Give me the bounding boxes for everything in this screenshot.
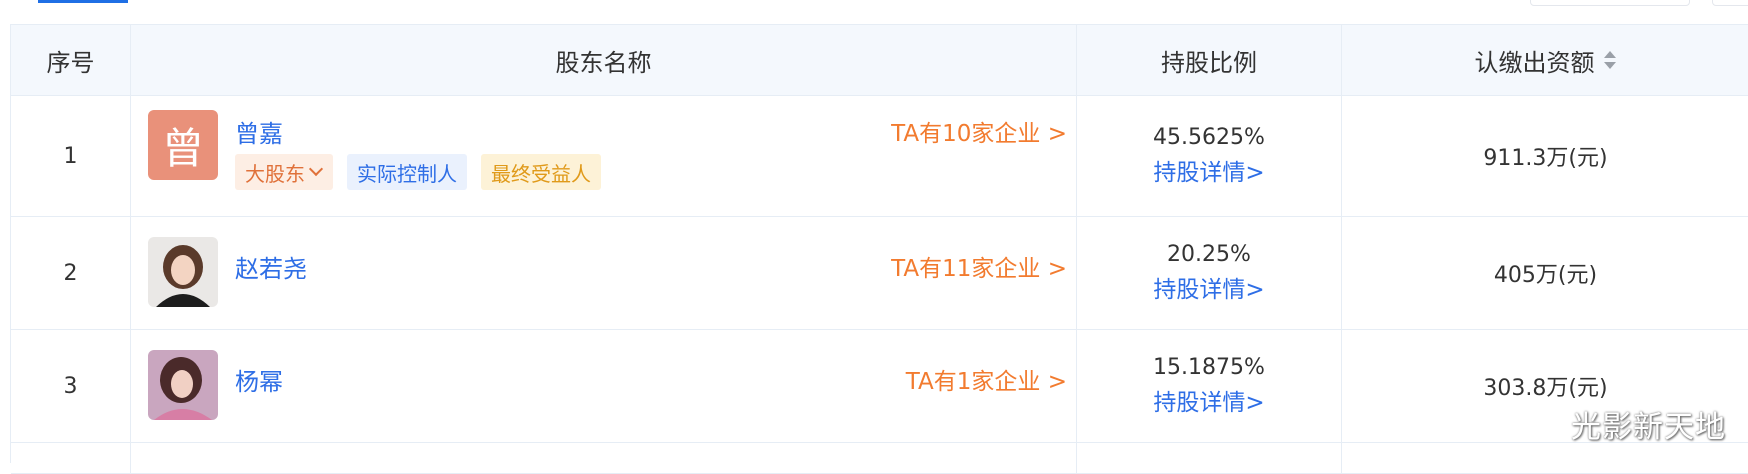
watermark: 光影新天地 — [1571, 410, 1726, 445]
tag-label: 实际控制人 — [357, 161, 457, 186]
row-index: 1 — [63, 143, 78, 169]
header-ratio: 持股比例 — [1161, 48, 1257, 77]
toolbar-button-secondary[interactable] — [1712, 0, 1748, 6]
table-row: 3 杨幂 TA有1家企业 > 15.1875% 持股详情> 303.8万(元) — [11, 330, 1748, 443]
avatar[interactable] — [148, 237, 218, 307]
holding-detail-link[interactable]: 持股详情> — [1153, 272, 1264, 308]
ratio-value: 45.5625% — [1153, 125, 1265, 150]
table-row: 2 赵若尧 TA有11家企业 > 20.25% 持股详情> 405万(元) — [11, 217, 1748, 330]
amount-value: 405万(元) — [1493, 263, 1598, 288]
enterprises-link[interactable]: TA有11家企业 > — [891, 249, 1067, 283]
table-row: 1 曾 曾嘉 TA有10家企业 > 大股东 实际控制人 最终受益人 45.562… — [11, 96, 1748, 217]
row-index: 2 — [63, 260, 78, 286]
controller-tag: 实际控制人 — [347, 154, 467, 190]
shareholder-name-link[interactable]: 曾嘉 — [235, 114, 283, 149]
header-name: 股东名称 — [555, 48, 652, 77]
toolbar-button[interactable] — [1530, 0, 1690, 6]
enterprises-link[interactable]: TA有1家企业 > — [906, 362, 1067, 396]
sort-up-down-icon[interactable] — [1603, 49, 1617, 71]
header-amount: 认缴出资额 — [1474, 48, 1595, 77]
amount-value: 911.3万(元) — [1483, 146, 1608, 171]
tag-label: 大股东 — [245, 161, 305, 186]
ratio-value: 15.1875% — [1153, 355, 1265, 380]
enterprises-link[interactable]: TA有10家企业 > — [891, 114, 1067, 148]
major-shareholder-tag[interactable]: 大股东 — [235, 154, 333, 190]
header-amount-sortable[interactable]: 认缴出资额 — [1342, 25, 1748, 95]
shareholder-table: 序号 股东名称 持股比例 认缴出资额 1 曾 曾嘉 TA有10家企业 > 大股东… — [10, 24, 1748, 474]
table-header: 序号 股东名称 持股比例 认缴出资额 — [11, 25, 1748, 96]
active-tab-indicator — [38, 0, 128, 3]
holding-detail-link[interactable]: 持股详情> — [1153, 155, 1264, 191]
chevron-down-icon — [308, 161, 324, 177]
tag-group: 大股东 实际控制人 最终受益人 — [235, 154, 601, 190]
amount-value: 303.8万(元) — [1483, 376, 1608, 401]
ratio-value: 20.25% — [1167, 242, 1251, 267]
holding-detail-link[interactable]: 持股详情> — [1153, 385, 1264, 421]
avatar[interactable]: 曾 — [148, 110, 218, 180]
table-row — [11, 443, 1748, 474]
shareholder-name-link[interactable]: 赵若尧 — [235, 249, 307, 284]
avatar[interactable] — [148, 350, 218, 420]
header-index: 序号 — [46, 48, 95, 77]
tag-label: 最终受益人 — [491, 161, 591, 186]
shareholder-name-link[interactable]: 杨幂 — [235, 362, 283, 397]
row-index: 3 — [63, 373, 78, 399]
beneficiary-tag: 最终受益人 — [481, 154, 601, 190]
